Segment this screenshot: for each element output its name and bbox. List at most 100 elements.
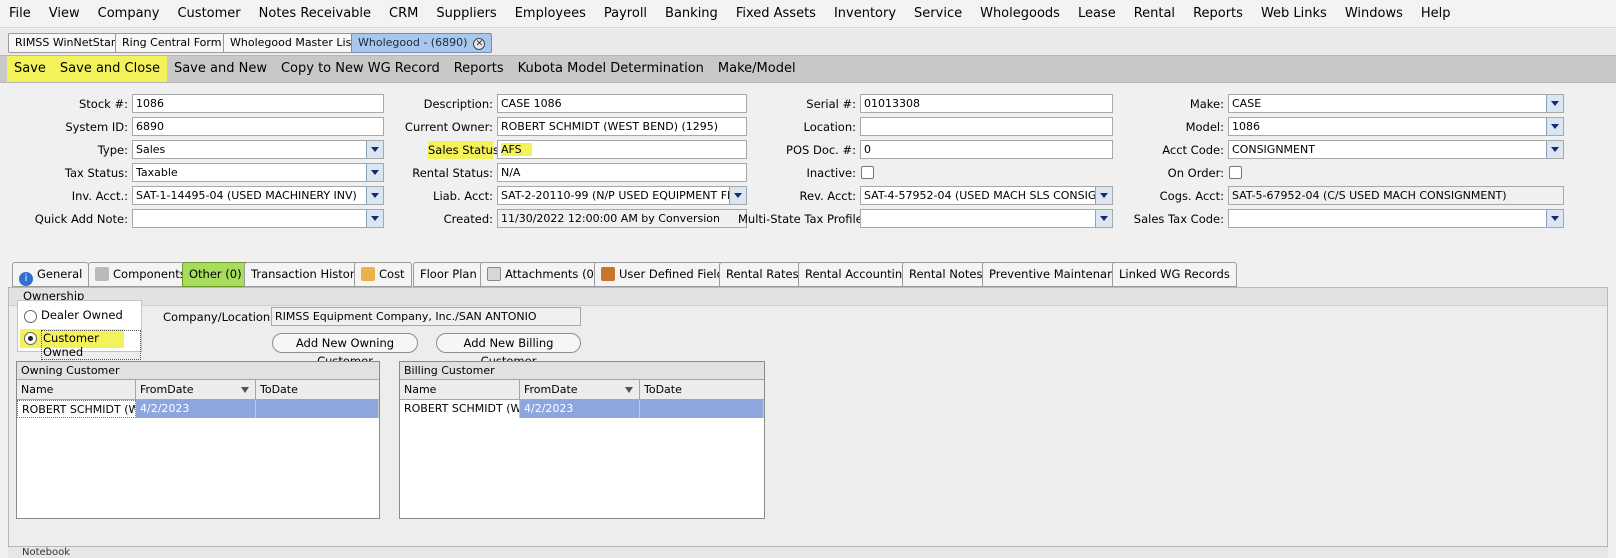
sales-tax-code-select[interactable]: [1228, 209, 1564, 228]
rev-acct-select[interactable]: SAT-4-57952-04 (USED MACH SLS CONSIGNM..…: [860, 186, 1113, 205]
make-select[interactable]: CASE: [1228, 94, 1564, 113]
chevron-down-icon[interactable]: [1546, 118, 1563, 135]
close-icon[interactable]: ✕: [473, 38, 486, 50]
chevron-down-icon[interactable]: [729, 187, 746, 204]
model-select[interactable]: 1086: [1228, 117, 1564, 136]
on-order-checkbox[interactable]: [1229, 166, 1242, 179]
chevron-down-icon[interactable]: [366, 210, 383, 227]
tab-rental-accounting[interactable]: Rental Accounting: [798, 262, 917, 287]
tab-transaction-history[interactable]: Transaction History: [244, 262, 369, 287]
make-model-button[interactable]: Make/Model: [711, 56, 803, 82]
doc-tab-wholegood-6890[interactable]: Wholegood - (6890) ✕: [351, 33, 493, 53]
pos-doc-field[interactable]: 0: [860, 140, 1113, 159]
menu-rental[interactable]: Rental: [1125, 0, 1184, 28]
chevron-down-icon[interactable]: [1546, 95, 1563, 112]
tab-rental-notes[interactable]: Rental Notes: [902, 262, 990, 287]
menu-service[interactable]: Service: [905, 0, 971, 28]
quick-add-note-select[interactable]: [132, 209, 384, 228]
chevron-down-icon[interactable]: [1546, 141, 1563, 158]
inv-acct-label: Inv. Acct.:: [71, 189, 128, 203]
system-id-field[interactable]: 6890: [132, 117, 384, 136]
serial-field[interactable]: 01013308: [860, 94, 1113, 113]
sales-status-value: AFS: [501, 143, 532, 156]
column-header-fromdate[interactable]: FromDate: [520, 380, 640, 399]
menu-lease[interactable]: Lease: [1069, 0, 1125, 28]
save-and-new-button[interactable]: Save and New: [167, 56, 274, 82]
type-value: Sales: [136, 143, 166, 156]
menu-wholegoods[interactable]: Wholegoods: [971, 0, 1069, 28]
column-header-todate[interactable]: ToDate: [256, 380, 379, 399]
table-row[interactable]: ROBERT SCHMIDT (W... 4/2/2023: [400, 400, 764, 418]
chevron-down-icon[interactable]: [1546, 210, 1563, 227]
tab-components[interactable]: Components: [88, 262, 193, 287]
on-order-label: On Order:: [1167, 166, 1224, 180]
tab-other[interactable]: Other (0): [182, 262, 249, 287]
chevron-down-icon[interactable]: [1095, 210, 1112, 227]
current-owner-field[interactable]: ROBERT SCHMIDT (WEST BEND) (1295): [497, 117, 747, 136]
liab-acct-select[interactable]: SAT-2-20110-99 (N/P USED EQUIPMENT FLO..…: [497, 186, 747, 205]
inv-acct-select[interactable]: SAT-1-14495-04 (USED MACHINERY INV): [132, 186, 384, 205]
chevron-down-icon[interactable]: [366, 187, 383, 204]
menu-company[interactable]: Company: [89, 0, 169, 28]
column-header-todate[interactable]: ToDate: [640, 380, 764, 399]
tab-attachments[interactable]: Attachments (0): [480, 262, 606, 287]
chevron-down-icon[interactable]: [366, 164, 383, 181]
doc-tab-ring-central-form[interactable]: Ring Central Form: [115, 33, 229, 53]
menu-view[interactable]: View: [40, 0, 89, 28]
tab-general[interactable]: i General: [12, 262, 90, 287]
description-field[interactable]: CASE 1086: [497, 94, 747, 113]
dealer-owned-radio[interactable]: [24, 310, 37, 323]
menu-suppliers[interactable]: Suppliers: [427, 0, 505, 28]
tab-rental-rates[interactable]: Rental Rates: [719, 262, 806, 287]
copy-to-new-wg-record-button[interactable]: Copy to New WG Record: [274, 56, 447, 82]
menu-banking[interactable]: Banking: [656, 0, 727, 28]
chevron-down-icon[interactable]: [366, 141, 383, 158]
tab-cost[interactable]: Cost: [354, 262, 412, 287]
add-new-billing-customer-button[interactable]: Add New Billing Customer: [436, 333, 581, 368]
make-label: Make:: [1189, 97, 1224, 111]
column-header-fromdate[interactable]: FromDate: [136, 380, 256, 399]
save-and-close-button[interactable]: Save and Close: [53, 56, 167, 82]
menu-file[interactable]: File: [0, 0, 40, 28]
tab-floor-plan[interactable]: Floor Plan: [413, 262, 484, 287]
model-value: 1086: [1232, 120, 1260, 133]
owning-cell-todate: [256, 400, 379, 418]
inactive-checkbox[interactable]: [861, 166, 874, 179]
menu-inventory[interactable]: Inventory: [825, 0, 905, 28]
acct-code-label: Acct Code:: [1162, 143, 1224, 157]
menu-web-links[interactable]: Web Links: [1252, 0, 1336, 28]
reports-button[interactable]: Reports: [447, 56, 511, 82]
menu-payroll[interactable]: Payroll: [595, 0, 656, 28]
owning-customer-grid: Owning Customer Name FromDate ToDate ROB…: [16, 361, 380, 519]
type-select[interactable]: Sales: [132, 140, 384, 159]
chevron-down-icon[interactable]: [1095, 187, 1112, 204]
menu-employees[interactable]: Employees: [506, 0, 595, 28]
menu-fixed-assets[interactable]: Fixed Assets: [727, 0, 825, 28]
multi-state-tax-profile-select[interactable]: [860, 209, 1113, 228]
menu-help[interactable]: Help: [1412, 0, 1460, 28]
kubota-model-determination-button[interactable]: Kubota Model Determination: [511, 56, 711, 82]
model-label: Model:: [1185, 120, 1224, 134]
stock-field[interactable]: 1086: [132, 94, 384, 113]
tab-user-defined-fields[interactable]: User Defined Fields: [594, 262, 737, 287]
liab-acct-label: Liab. Acct:: [433, 189, 493, 203]
column-header-name[interactable]: Name: [17, 380, 136, 399]
add-new-owning-customer-button[interactable]: Add New Owning Customer: [272, 333, 418, 368]
column-header-name[interactable]: Name: [400, 380, 520, 399]
menu-notes-receivable[interactable]: Notes Receivable: [250, 0, 380, 28]
table-row[interactable]: ROBERT SCHMIDT (W... 4/2/2023: [17, 400, 379, 418]
save-button[interactable]: Save: [7, 56, 53, 82]
location-field[interactable]: [860, 117, 1113, 136]
tab-linked-wg-records[interactable]: Linked WG Records: [1112, 262, 1237, 287]
rental-status-field[interactable]: N/A: [497, 163, 747, 182]
menu-windows[interactable]: Windows: [1336, 0, 1412, 28]
menu-reports[interactable]: Reports: [1184, 0, 1252, 28]
menu-customer[interactable]: Customer: [168, 0, 249, 28]
doc-tab-rimss-winnetstar[interactable]: RIMSS WinNetStar: [8, 33, 123, 53]
tax-status-select[interactable]: Taxable: [132, 163, 384, 182]
menu-crm[interactable]: CRM: [380, 0, 427, 28]
acct-code-select[interactable]: CONSIGNMENT: [1228, 140, 1564, 159]
sales-status-field[interactable]: AFS: [497, 140, 747, 159]
customer-owned-radio[interactable]: [24, 332, 37, 345]
doc-tab-wholegood-master-list[interactable]: Wholegood Master List: [223, 33, 363, 53]
